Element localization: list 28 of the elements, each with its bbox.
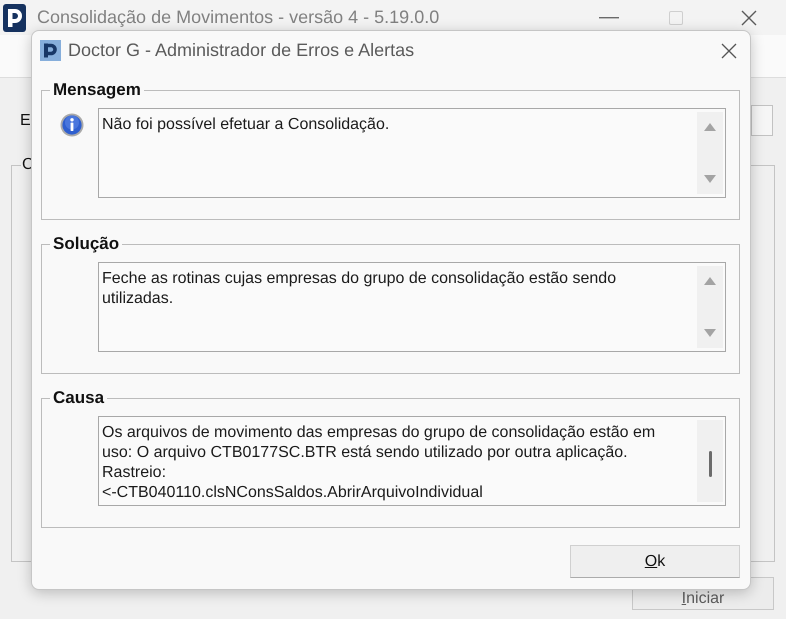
window-title: Consolidação de Movimentos - versão 4 - 5.19.0.0 (37, 7, 440, 28)
section-title: Mensagem (52, 80, 142, 100)
scrollbar[interactable] (697, 420, 723, 502)
field-label: E (20, 112, 31, 130)
close-icon[interactable] (741, 10, 757, 26)
message-box[interactable]: Não foi possível efetuar a Consolidação. (98, 108, 726, 198)
section-title: Solução (52, 234, 120, 254)
scroll-up-icon[interactable] (704, 123, 716, 131)
scrollbar[interactable] (697, 266, 723, 348)
cause-box[interactable] (98, 416, 726, 506)
scroll-down-icon[interactable] (704, 329, 716, 337)
solution-box[interactable]: Feche as rotinas cujas empresas do grupo de consolidação estão sendo utilizadas. (98, 262, 726, 352)
scrollbar[interactable] (697, 112, 723, 194)
input-field[interactable] (751, 105, 773, 136)
scroll-up-icon[interactable] (704, 277, 716, 285)
message-text: Não foi possível efetuar a Consolidação. (102, 115, 390, 135)
app-logo-icon (3, 4, 26, 32)
cause-text: Os arquivos de movimento das empresas do grupo de consolidação estão em uso: O arquivo CTB0177SC.BTR está sendo utilizado por outra aplicação. Rastreio: <-CTB040110.clsNConsSaldos.AbrirArquivoIndividual (102, 423, 656, 503)
solution-text: Feche as rotinas cujas empresas do grupo de consolidação estão sendo utilizadas. (102, 269, 618, 309)
section-title: Causa (52, 388, 106, 408)
minimize-icon[interactable] (599, 16, 619, 18)
app-logo-icon (40, 40, 61, 61)
ok-button[interactable]: Ok (570, 545, 740, 578)
info-icon (60, 113, 84, 137)
scroll-thumb[interactable] (708, 451, 712, 477)
close-icon[interactable] (721, 42, 737, 58)
scroll-down-icon[interactable] (704, 175, 716, 183)
dialog-title: Doctor G - Administrador de Erros e Alertas (68, 40, 414, 61)
